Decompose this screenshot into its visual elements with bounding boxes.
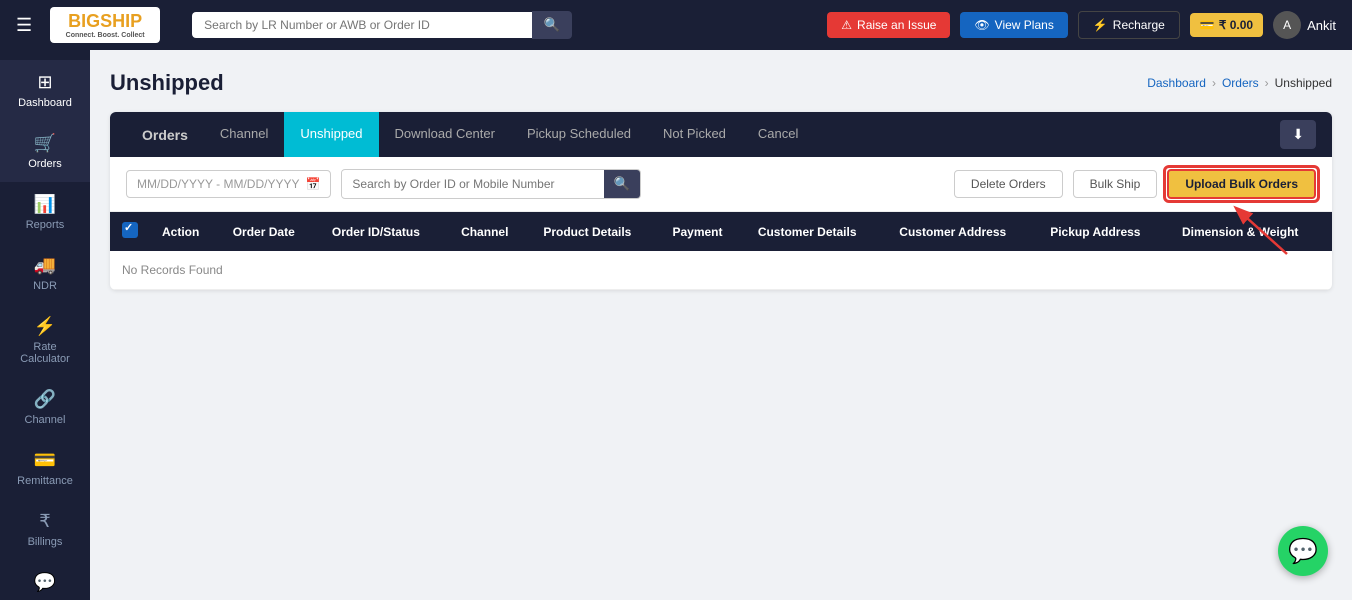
billings-icon: ₹ xyxy=(39,511,50,532)
sidebar-item-label: Channel xyxy=(25,414,66,426)
sidebar-item-remittance[interactable]: 💳 Remittance xyxy=(0,438,90,499)
sidebar-item-label: Dashboard xyxy=(18,97,72,109)
orders-table: Action Order Date Order ID/Status Channe… xyxy=(110,212,1332,290)
tab-not-picked[interactable]: Not Picked xyxy=(647,112,742,157)
main-content: Unshipped Dashboard › Orders › Unshipped… xyxy=(90,50,1352,310)
support-icon: 💬 xyxy=(34,572,56,593)
orders-icon: 🛒 xyxy=(34,133,56,154)
table-body: No Records Found xyxy=(110,251,1332,290)
hamburger-icon[interactable]: ☰ xyxy=(16,15,32,36)
user-name: Ankit xyxy=(1307,18,1336,33)
upload-bulk-orders-button[interactable]: Upload Bulk Orders xyxy=(1167,169,1316,199)
sidebar-item-orders[interactable]: 🛒 Orders xyxy=(0,121,90,182)
date-range-picker[interactable]: MM/DD/YYYY - MM/DD/YYYY 📅 xyxy=(126,170,331,198)
user-profile[interactable]: A Ankit xyxy=(1273,11,1336,39)
ndr-icon: 🚚 xyxy=(34,255,56,276)
table-header-row: Action Order Date Order ID/Status Channe… xyxy=(110,212,1332,251)
date-placeholder: MM/DD/YYYY - MM/DD/YYYY xyxy=(137,177,299,191)
eye-icon: 👁 xyxy=(974,18,989,32)
th-channel: Channel xyxy=(449,212,531,251)
reports-icon: 📊 xyxy=(34,194,56,215)
breadcrumb: Dashboard › Orders › Unshipped xyxy=(1147,76,1332,90)
tab-section-label: Orders xyxy=(126,113,204,157)
tab-unshipped[interactable]: Unshipped xyxy=(284,112,378,157)
th-order-date: Order Date xyxy=(221,212,320,251)
breadcrumb-row: Unshipped Dashboard › Orders › Unshipped xyxy=(110,70,1332,96)
tabs-row: Orders Channel Unshipped Download Center… xyxy=(110,112,1332,157)
table-row-empty: No Records Found xyxy=(110,251,1332,290)
raise-issue-button[interactable]: ⚠ Raise an Issue xyxy=(827,12,950,38)
delete-orders-button[interactable]: Delete Orders xyxy=(954,170,1063,198)
sidebar-item-label: Rate Calculator xyxy=(8,341,82,365)
page-title: Unshipped xyxy=(110,70,224,96)
order-search-input[interactable] xyxy=(342,171,603,197)
calendar-icon: 📅 xyxy=(305,177,320,191)
th-dimension-weight: Dimension & Weight xyxy=(1170,212,1332,251)
th-payment: Payment xyxy=(660,212,745,251)
sidebar-item-rate-calculator[interactable]: ⚡ Rate Calculator xyxy=(0,304,90,377)
wallet-balance: 💳 ₹ 0.00 xyxy=(1190,13,1263,37)
order-search: 🔍 xyxy=(341,169,641,199)
upload-bulk-container: Upload Bulk Orders xyxy=(1167,169,1316,199)
search-button[interactable]: 🔍 xyxy=(532,11,573,39)
th-checkbox xyxy=(110,212,150,251)
download-button[interactable]: ⬇ xyxy=(1280,120,1316,149)
select-all-checkbox[interactable] xyxy=(122,222,138,238)
order-search-button[interactable]: 🔍 xyxy=(604,170,641,198)
bolt-icon: ⚡ xyxy=(1093,18,1108,32)
th-action: Action xyxy=(150,212,221,251)
th-customer-address: Customer Address xyxy=(887,212,1038,251)
channel-icon: 🔗 xyxy=(34,389,56,410)
logo-image: BIGSHIP Connect. Boost. Collect xyxy=(50,7,160,43)
whatsapp-fab[interactable]: 💬 xyxy=(1278,526,1328,576)
th-customer-details: Customer Details xyxy=(746,212,887,251)
breadcrumb-orders[interactable]: Orders xyxy=(1222,76,1259,90)
breadcrumb-current: Unshipped xyxy=(1275,76,1332,90)
sidebar-item-label: Reports xyxy=(26,219,65,231)
sidebar-item-label: Remittance xyxy=(17,475,73,487)
dashboard-icon: ⊞ xyxy=(37,72,52,93)
sidebar-item-billings[interactable]: ₹ Billings xyxy=(0,499,90,560)
no-records-text: No Records Found xyxy=(110,251,1332,290)
tab-channel[interactable]: Channel xyxy=(204,112,284,157)
topnav-actions: ⚠ Raise an Issue 👁 View Plans ⚡ Recharge… xyxy=(827,11,1336,39)
th-pickup-address: Pickup Address xyxy=(1038,212,1170,251)
tab-pickup-scheduled[interactable]: Pickup Scheduled xyxy=(511,112,647,157)
remittance-icon: 💳 xyxy=(34,450,56,471)
sidebar-item-channel[interactable]: 🔗 Channel xyxy=(0,377,90,438)
filter-row: MM/DD/YYYY - MM/DD/YYYY 📅 🔍 Delete Order… xyxy=(110,157,1332,212)
whatsapp-icon: 💬 xyxy=(1288,537,1318,566)
top-navigation: ☰ BIGSHIP Connect. Boost. Collect 🔍 ⚠ Ra… xyxy=(0,0,1352,50)
rate-calculator-icon: ⚡ xyxy=(34,316,56,337)
view-plans-button[interactable]: 👁 View Plans xyxy=(960,12,1067,38)
tab-download-center[interactable]: Download Center xyxy=(379,112,511,157)
brand-name: BIGSHIP xyxy=(68,11,142,32)
sidebar-item-label: NDR xyxy=(33,280,57,292)
sidebar-item-dashboard[interactable]: ⊞ Dashboard xyxy=(0,60,90,121)
orders-table-wrap: Action Order Date Order ID/Status Channe… xyxy=(110,212,1332,290)
global-search: 🔍 xyxy=(192,11,572,39)
sidebar-item-label: Orders xyxy=(28,158,62,170)
sidebar-item-label: Billings xyxy=(28,536,63,548)
avatar: A xyxy=(1273,11,1301,39)
search-input[interactable] xyxy=(192,12,531,38)
sidebar-item-support[interactable]: 💬 xyxy=(0,560,90,600)
sidebar-item-reports[interactable]: 📊 Reports xyxy=(0,182,90,243)
logo: BIGSHIP Connect. Boost. Collect xyxy=(50,7,160,43)
recharge-button[interactable]: ⚡ Recharge xyxy=(1078,11,1180,39)
breadcrumb-sep-1: › xyxy=(1212,76,1216,90)
bulk-ship-button[interactable]: Bulk Ship xyxy=(1073,170,1158,198)
breadcrumb-sep-2: › xyxy=(1265,76,1269,90)
th-order-id-status: Order ID/Status xyxy=(320,212,449,251)
th-product-details: Product Details xyxy=(531,212,660,251)
alert-icon: ⚠ xyxy=(841,18,852,32)
tab-cancel[interactable]: Cancel xyxy=(742,112,814,157)
tagline: Connect. Boost. Collect xyxy=(66,32,145,39)
wallet-icon: 💳 xyxy=(1200,18,1215,32)
breadcrumb-dashboard[interactable]: Dashboard xyxy=(1147,76,1206,90)
orders-card: Orders Channel Unshipped Download Center… xyxy=(110,112,1332,290)
sidebar-item-ndr[interactable]: 🚚 NDR xyxy=(0,243,90,304)
sidebar: ⊞ Dashboard 🛒 Orders 📊 Reports 🚚 NDR ⚡ R… xyxy=(0,50,90,600)
